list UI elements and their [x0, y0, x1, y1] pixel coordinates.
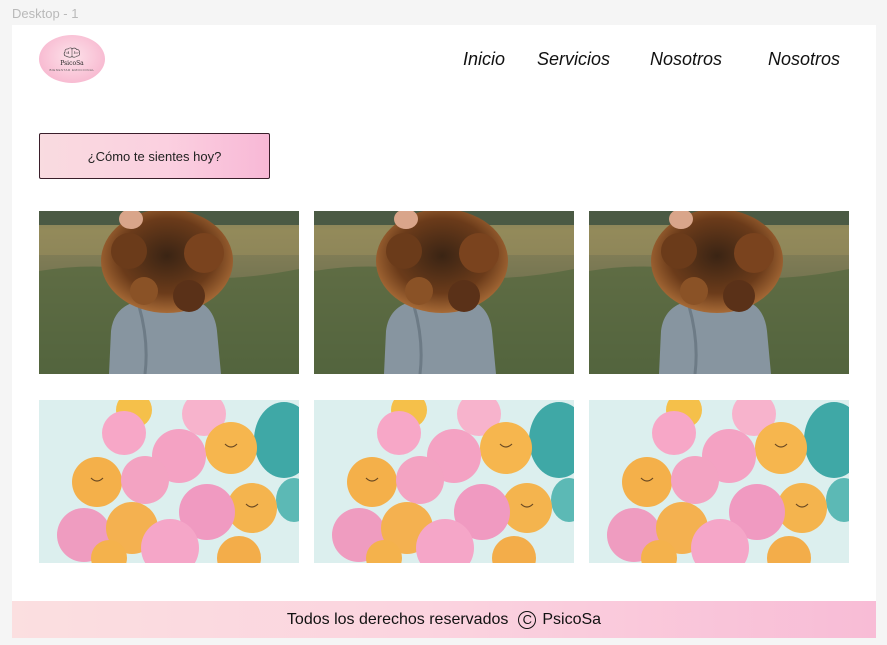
- logo-subtitle: BIENESTAR EMOCIONAL: [49, 67, 95, 72]
- balloons-photo[interactable]: [39, 400, 299, 563]
- nav-inicio[interactable]: Inicio: [463, 49, 505, 70]
- balloons-photo[interactable]: [589, 400, 849, 563]
- copyright-icon: C: [518, 610, 537, 629]
- nav-servicios[interactable]: Servicios: [537, 49, 610, 70]
- girl-photo[interactable]: [314, 211, 574, 374]
- desktop-frame: PsicoSa BIENESTAR EMOCIONAL Inicio Servi…: [12, 25, 876, 638]
- mood-button[interactable]: ¿Cómo te sientes hoy?: [39, 133, 270, 179]
- brain-icon: [63, 47, 80, 57]
- nav-nosotros[interactable]: Nosotros: [650, 49, 722, 70]
- footer: Todos los derechos reservados C PsicoSa: [12, 601, 876, 638]
- footer-brand: PsicoSa: [542, 610, 602, 628]
- girl-photo[interactable]: [39, 211, 299, 374]
- logo-title: PsicoSa: [60, 59, 84, 67]
- balloons-photo[interactable]: [314, 400, 574, 563]
- girl-photo[interactable]: [589, 211, 849, 374]
- nav-nosotros-2[interactable]: Nosotros: [768, 49, 840, 70]
- canvas-label: Desktop - 1: [12, 6, 79, 21]
- footer-text: Todos los derechos reservados: [286, 610, 509, 628]
- logo[interactable]: PsicoSa BIENESTAR EMOCIONAL: [39, 35, 105, 83]
